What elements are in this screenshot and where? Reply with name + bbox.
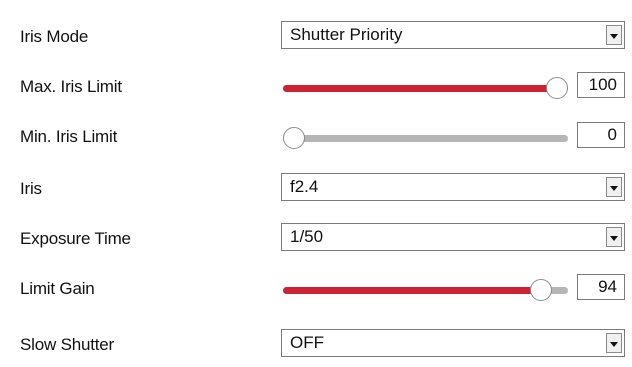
row-iris: Iris f2.4 <box>0 169 632 209</box>
chevron-down-icon[interactable] <box>606 25 622 45</box>
slow-shutter-value: OFF <box>290 333 324 352</box>
iris-mode-label: Iris Mode <box>20 27 89 46</box>
row-iris-mode: Iris Mode Shutter Priority <box>0 17 632 57</box>
limit-gain-slider[interactable] <box>283 279 568 301</box>
row-exposure-time: Exposure Time 1/50 <box>0 219 632 259</box>
slow-shutter-label: Slow Shutter <box>20 335 114 354</box>
slow-shutter-select[interactable]: OFF <box>281 329 625 357</box>
max-iris-limit-slider[interactable] <box>283 77 568 99</box>
iris-mode-value: Shutter Priority <box>290 25 403 44</box>
limit-gain-input[interactable]: 94 <box>577 274 625 300</box>
iris-select[interactable]: f2.4 <box>281 173 625 201</box>
slider-track <box>283 135 568 142</box>
iris-mode-select[interactable]: Shutter Priority <box>281 21 625 49</box>
row-max-iris-limit: Max. Iris Limit 100 <box>0 67 632 107</box>
max-iris-limit-input[interactable]: 100 <box>577 72 625 98</box>
slider-fill <box>283 287 542 294</box>
chevron-down-icon[interactable] <box>606 227 622 247</box>
exposure-time-label: Exposure Time <box>20 229 131 248</box>
max-iris-limit-value: 100 <box>588 75 617 94</box>
exposure-settings-panel: Iris Mode Shutter Priority Max. Iris Lim… <box>0 0 632 367</box>
iris-label: Iris <box>20 179 42 198</box>
slider-thumb[interactable] <box>283 127 305 149</box>
chevron-down-icon[interactable] <box>606 333 622 353</box>
min-iris-limit-label: Min. Iris Limit <box>20 127 118 146</box>
exposure-time-value: 1/50 <box>290 227 324 246</box>
exposure-time-select[interactable]: 1/50 <box>281 223 625 251</box>
row-min-iris-limit: Min. Iris Limit 0 <box>0 117 632 157</box>
limit-gain-value: 94 <box>598 277 617 296</box>
row-limit-gain: Limit Gain 94 <box>0 269 632 309</box>
slider-thumb[interactable] <box>546 77 568 99</box>
chevron-down-icon[interactable] <box>606 177 622 197</box>
min-iris-limit-slider[interactable] <box>283 127 568 149</box>
limit-gain-label: Limit Gain <box>20 279 95 298</box>
min-iris-limit-value: 0 <box>607 125 617 144</box>
max-iris-limit-label: Max. Iris Limit <box>20 77 122 96</box>
slider-fill <box>283 85 557 92</box>
slider-thumb[interactable] <box>530 279 553 301</box>
iris-value: f2.4 <box>290 177 319 196</box>
row-slow-shutter: Slow Shutter OFF <box>0 325 632 365</box>
min-iris-limit-input[interactable]: 0 <box>577 122 625 148</box>
